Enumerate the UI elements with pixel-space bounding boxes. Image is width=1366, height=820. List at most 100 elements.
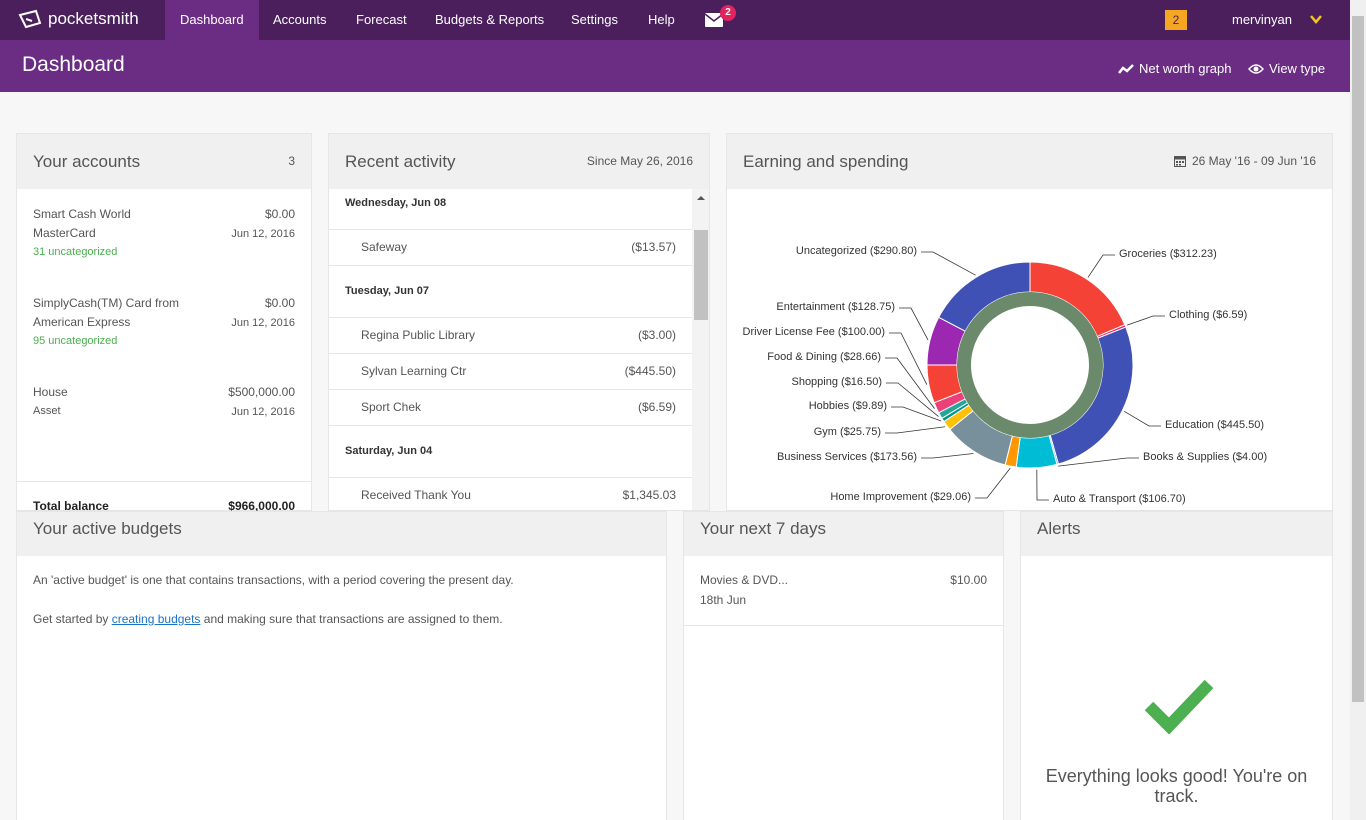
uncategorized-link[interactable]: 31 uncategorized — [33, 246, 295, 258]
donut-leader-line — [921, 453, 974, 459]
donut-slice-label: Books & Supplies ($4.00) — [1143, 451, 1268, 463]
donut-leader-line — [885, 426, 946, 434]
donut-leader-line — [921, 251, 976, 276]
get-started-tail: and making sure that transactions are as… — [200, 612, 503, 626]
chevron-down-icon[interactable] — [1310, 14, 1322, 24]
activity-since: Since May 26, 2016 — [586, 154, 693, 168]
activity-panel-header: Recent activity Since May 26, 2016 — [329, 134, 709, 189]
nav-accounts[interactable]: Accounts — [258, 0, 341, 40]
activity-name: Regina Public Library — [361, 328, 476, 342]
donut-slice-label: Gym ($25.75) — [813, 426, 881, 438]
notification-badge[interactable]: 2 — [1165, 10, 1187, 30]
upcoming-item[interactable]: Movies & DVD... $10.00 18th Jun — [684, 556, 1003, 626]
inner-ring — [957, 292, 1103, 438]
checkmark-icon — [1145, 679, 1213, 734]
net-worth-graph-link[interactable]: Net worth graph — [1118, 61, 1232, 76]
get-started-text: Get started by — [33, 612, 112, 626]
nav-settings[interactable]: Settings — [556, 0, 633, 40]
next7-panel: Your next 7 days Movies & DVD... $10.00 … — [683, 511, 1004, 820]
donut-slice-label: Entertainment ($128.75) — [776, 301, 895, 313]
donut-leader-line — [1127, 315, 1165, 326]
accounts-panel-header: Your accounts 3 — [17, 134, 311, 189]
activity-row[interactable]: Sylvan Learning Ctr ($445.50) — [329, 353, 692, 389]
activity-amount: $1,345.03 — [622, 488, 676, 502]
alerts-message: Everything looks good! You're on track. — [1045, 766, 1308, 806]
activity-row[interactable]: Sport Chek ($6.59) — [329, 389, 692, 425]
activity-row[interactable]: Safeway ($13.57) — [329, 229, 692, 265]
line-graph-icon — [1118, 63, 1134, 74]
page-title: Dashboard — [22, 53, 125, 76]
nav-help[interactable]: Help — [633, 0, 690, 40]
activity-row[interactable]: Regina Public Library ($3.00) — [329, 317, 692, 353]
account-date: Jun 12, 2016 — [231, 228, 295, 240]
activity-amount: ($445.50) — [624, 364, 676, 378]
upcoming-name: Movies & DVD... — [700, 573, 789, 587]
activity-name: Sport Chek — [361, 400, 422, 414]
budgets-panel: Your active budgets An 'active budget' i… — [16, 511, 667, 820]
donut-leader-line — [889, 332, 928, 385]
donut-leader-line — [975, 467, 1011, 499]
alerts-panel: Alerts Everything looks good! You're on … — [1020, 511, 1333, 820]
accounts-count: 3 — [288, 154, 295, 168]
donut-slice-label: Food & Dining ($28.66) — [767, 351, 881, 363]
activity-day-label: Tuesday, Jun 07 — [345, 285, 429, 297]
account-name: SimplyCash(TM) Card from — [33, 296, 180, 310]
account-balance: $0.00 — [264, 296, 295, 310]
donut-slice-label: Business Services ($173.56) — [776, 451, 917, 463]
view-type-link[interactable]: View type — [1248, 61, 1325, 76]
account-balance: $0.00 — [264, 207, 295, 221]
donut-slice-label: Home Improvement ($29.06) — [830, 491, 971, 503]
brand-logo[interactable]: pocketsmith — [18, 9, 139, 29]
creating-budgets-link[interactable]: creating budgets — [112, 612, 201, 626]
user-menu[interactable]: mervinyan — [1232, 0, 1292, 40]
account-date: Jun 12, 2016 — [231, 406, 295, 418]
accounts-panel-title: Your accounts — [33, 152, 141, 171]
top-nav: pocketsmith Dashboard Accounts Forecast … — [0, 0, 1350, 40]
donut-leader-line — [899, 307, 929, 341]
budgets-get-started: Get started by creating budgets and maki… — [33, 612, 503, 626]
activity-amount: ($13.57) — [631, 240, 676, 254]
account-item[interactable]: House Asset $500,000.00 Jun 12, 2016 — [33, 385, 295, 418]
brand-name: pocketsmith — [48, 9, 139, 28]
page-header: Dashboard Net worth graph View type — [0, 40, 1350, 92]
scroll-up-arrow-icon[interactable] — [696, 195, 706, 201]
activity-panel: Recent activity Since May 26, 2016 Wedne… — [328, 133, 710, 511]
earning-spending-panel: Earning and spending 26 May '16 - 09 Jun… — [726, 133, 1333, 511]
donut-leader-line — [1036, 469, 1049, 501]
nav-forecast[interactable]: Forecast — [341, 0, 422, 40]
budgets-panel-header: Your active budgets — [17, 512, 666, 556]
donut-slice-label: Auto & Transport ($106.70) — [1053, 493, 1186, 505]
budgets-panel-title: Your active budgets — [33, 519, 182, 538]
pocketsmith-logo-icon — [18, 9, 42, 29]
accounts-panel: Your accounts 3 Smart Cash World MasterC… — [16, 133, 312, 513]
activity-name: Received Thank You — [361, 488, 471, 502]
activity-day-label: Saturday, Jun 04 — [345, 445, 433, 457]
activity-amount: ($3.00) — [637, 328, 676, 342]
donut-slice-label: Hobbies ($9.89) — [808, 400, 887, 412]
activity-row[interactable]: Received Thank You $1,345.03 — [329, 477, 692, 510]
nav-dashboard[interactable]: Dashboard — [165, 0, 259, 40]
next7-panel-title: Your next 7 days — [700, 519, 827, 538]
eye-icon — [1248, 63, 1264, 74]
budgets-description: An 'active budget' is one that contains … — [33, 573, 514, 587]
donut-slice-label: Clothing ($6.59) — [1169, 309, 1248, 321]
donut-slice-label: Shopping ($16.50) — [791, 376, 882, 388]
activity-amount: ($6.59) — [637, 400, 676, 414]
activity-panel-title: Recent activity — [345, 152, 456, 171]
uncategorized-link[interactable]: 95 uncategorized — [33, 335, 295, 347]
donut-leader-line — [1124, 410, 1161, 427]
activity-day-label: Wednesday, Jun 08 — [345, 197, 447, 209]
account-item[interactable]: Smart Cash World MasterCard 31 uncategor… — [33, 207, 295, 258]
account-date: Jun 12, 2016 — [231, 317, 295, 329]
activity-scrollbar-thumb[interactable] — [694, 230, 708, 320]
upcoming-amount: $10.00 — [950, 573, 987, 587]
upcoming-date: 18th Jun — [700, 593, 747, 607]
page-scrollbar-thumb[interactable] — [1352, 16, 1364, 702]
account-item[interactable]: SimplyCash(TM) Card from American Expres… — [33, 296, 295, 347]
donut-slice-label: Groceries ($312.23) — [1119, 248, 1217, 260]
donut-leader-line — [1087, 254, 1115, 278]
donut-slice-label: Uncategorized ($290.80) — [795, 245, 917, 257]
donut-slice[interactable] — [1015, 434, 1058, 469]
divider — [17, 481, 311, 482]
nav-budgets-reports[interactable]: Budgets & Reports — [420, 0, 559, 40]
